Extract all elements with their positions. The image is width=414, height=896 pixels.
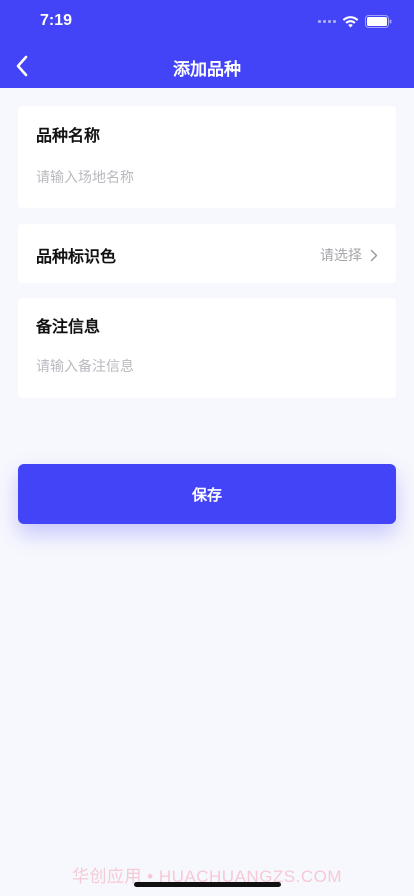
home-indicator [134,882,281,887]
app-header: 7:19 添加品种 [0,0,414,88]
notes-field[interactable]: 备注信息 请输入备注信息 [18,298,396,398]
status-icons [318,15,392,28]
identifier-color-label: 品种标识色 [36,247,117,266]
variety-name-input[interactable]: 请输入场地名称 [36,167,134,187]
chevron-right-icon [370,249,378,261]
status-time: 7:19 [40,12,73,29]
color-select[interactable]: 请选择 [320,245,378,265]
page-title: 添加品种 [173,60,241,80]
variety-name-field[interactable]: 品种名称 请输入场地名称 [18,106,396,208]
save-button[interactable]: 保存 [18,464,396,524]
signal-icon [318,20,336,23]
notes-input[interactable]: 请输入备注信息 [36,356,134,376]
battery-icon [365,15,392,28]
variety-name-label: 品种名称 [36,126,101,145]
identifier-color-row[interactable]: 品种标识色 请选择 [18,224,396,283]
color-select-placeholder: 请选择 [320,248,362,264]
wifi-icon [342,15,359,27]
notes-label: 备注信息 [36,317,101,336]
